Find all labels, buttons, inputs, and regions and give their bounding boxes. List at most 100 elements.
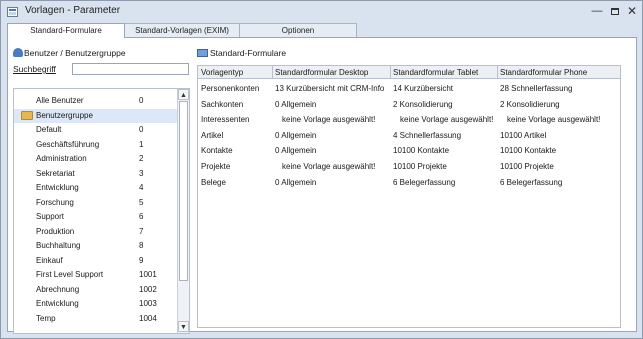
table-row[interactable]: Projekte keine Vorlage ausgewählt! 10100 P… xyxy=(198,158,620,174)
list-item-name: Temp xyxy=(36,313,56,323)
list-item-name: Entwicklung xyxy=(36,183,79,192)
tab-standard-vorlagen-exim[interactable]: Standard-Vorlagen (EXIM) xyxy=(123,23,241,37)
cell-phone[interactable]: 10100 Kontakte xyxy=(500,146,556,155)
list-item[interactable]: Entwicklung 1003 xyxy=(14,297,177,311)
column-header-vorlagentyp[interactable]: Vorlagentyp xyxy=(201,68,243,77)
table-header: Vorlagentyp Standardformular Desktop Sta… xyxy=(198,66,620,79)
cell-phone[interactable]: 2 Konsolidierung xyxy=(500,100,560,109)
cell-phone[interactable]: 28 Schnellerfassung xyxy=(500,84,573,93)
table-row[interactable]: Interessenten keine Vorlage ausgewählt! ke… xyxy=(198,111,620,127)
tab-content: Benutzer / Benutzergruppe Suchbegriff Te… xyxy=(7,37,637,334)
table-row[interactable]: Belege 0 Allgemein 6 Belegerfassung 6 Beleg… xyxy=(198,174,620,190)
column-divider[interactable] xyxy=(272,66,273,79)
user-group-header-label: Benutzer / Benutzergruppe xyxy=(24,48,126,58)
list-item[interactable]: First Level Support 1001 xyxy=(14,268,177,282)
scrollbar-thumb[interactable] xyxy=(179,101,188,281)
maximize-icon xyxy=(611,7,619,15)
list-item-name: First Level Support xyxy=(36,270,104,279)
cell-tablet[interactable]: keine Vorlage ausgewählt! xyxy=(400,115,493,124)
list-item-id: 0 xyxy=(139,125,144,134)
cell-desktop[interactable]: 0 Allgemein xyxy=(275,131,316,140)
list-item[interactable]: Support 6 xyxy=(14,210,177,224)
table-row[interactable]: Kontakte 0 Allgemein 10100 Kontakte 10100 K… xyxy=(198,142,620,158)
minimize-button[interactable]: — xyxy=(589,4,605,19)
cell-phone[interactable]: 10100 Artikel xyxy=(500,131,546,140)
list-item-name: Abrechnung xyxy=(36,284,80,294)
list-item-id: 1003 xyxy=(139,299,157,308)
column-header-phone[interactable]: Standardformular Phone xyxy=(500,68,587,77)
column-divider[interactable] xyxy=(390,66,391,79)
list-item-name: Administration xyxy=(36,154,87,163)
cell-tablet[interactable]: 2 Konsolidierung xyxy=(393,100,453,109)
list-item[interactable]: Forschung 5 xyxy=(14,196,177,210)
list-item[interactable]: Sekretariat 3 xyxy=(14,167,177,181)
list-item-name: Alle Benutzer xyxy=(36,96,84,105)
cell-desktop[interactable]: 0 Allgemein xyxy=(275,178,316,187)
column-header-desktop[interactable]: Standardformular Desktop xyxy=(275,68,368,77)
list-item-name: Sekretariat xyxy=(36,168,75,178)
table-row[interactable]: Personenkonten 13 Kurzübersicht mit CRM-I… xyxy=(198,80,620,96)
list-item[interactable]: Abrechnung 1002 xyxy=(14,283,177,297)
cell-phone[interactable]: keine Vorlage ausgewählt! xyxy=(507,115,600,124)
cell-tablet[interactable]: 4 Schnellerfassung xyxy=(393,131,461,140)
tab-standard-formulare[interactable]: Standard-Formulare xyxy=(7,23,125,38)
column-divider[interactable] xyxy=(497,66,498,79)
list-item-name: Forschung xyxy=(36,197,74,207)
list-item-id: 1002 xyxy=(139,284,157,294)
search-input[interactable] xyxy=(72,63,189,75)
folder-icon xyxy=(21,110,33,120)
maximize-button[interactable] xyxy=(607,4,623,19)
scroll-up-arrow-icon[interactable]: ▲ xyxy=(178,89,189,100)
search-label: Suchbegriff xyxy=(13,64,56,74)
cell-vorlagentyp: Kontakte xyxy=(201,146,233,156)
close-button[interactable]: ✕ xyxy=(624,4,640,19)
list-item[interactable]: Buchhaltung 8 xyxy=(14,239,177,253)
title-bar[interactable]: Vorlagen - Parameter — ✕ xyxy=(1,1,642,23)
cell-tablet[interactable]: 6 Belegerfassung xyxy=(393,178,455,187)
list-item[interactable]: Alle Benutzer 0 xyxy=(14,94,177,108)
cell-vorlagentyp: Artikel xyxy=(201,130,224,140)
user-group-list: Temp 1004 Entwicklung 1003 Abrechnung 1002 Fir… xyxy=(13,88,190,334)
scroll-down-arrow-icon[interactable]: ▼ xyxy=(178,321,189,332)
cell-desktop[interactable]: 0 Allgemein xyxy=(275,146,316,155)
cell-desktop[interactable]: keine Vorlage ausgewählt! xyxy=(282,162,375,171)
standard-forms-header: Standard-Formulare xyxy=(197,48,286,62)
column-header-tablet[interactable]: Standardformular Tablet xyxy=(393,68,478,77)
list-item-name: Geschäftsführung xyxy=(36,139,100,149)
cell-desktop[interactable]: keine Vorlage ausgewählt! xyxy=(282,115,375,124)
user-group-header: Benutzer / Benutzergruppe xyxy=(13,48,126,62)
table-row[interactable]: Artikel 0 Allgemein 4 Schnellerfassung 1010… xyxy=(198,127,620,143)
cell-phone[interactable]: 10100 Projekte xyxy=(500,162,554,171)
cell-desktop[interactable]: 13 Kurzübersicht mit CRM-Info xyxy=(275,84,384,93)
list-item-name: Entwicklung xyxy=(36,299,79,308)
users-icon xyxy=(13,48,23,57)
cell-vorlagentyp: Interessenten xyxy=(201,115,250,125)
cell-tablet[interactable]: 10100 Projekte xyxy=(393,162,447,171)
list-item-id: 9 xyxy=(139,255,144,265)
window-title: Vorlagen - Parameter xyxy=(25,5,121,16)
list-item[interactable]: Default 0 xyxy=(14,123,177,137)
list-item-id: 1004 xyxy=(139,313,157,323)
list-item[interactable]: Entwicklung 4 xyxy=(14,181,177,195)
vorlagen-parameter-window: Vorlagen - Parameter — ✕ Standard-Formul… xyxy=(0,0,643,339)
standard-forms-panel: Standard-Formulare Vorlagentyp Standardf… xyxy=(197,48,631,328)
cell-desktop[interactable]: 0 Allgemein xyxy=(275,100,316,109)
cell-vorlagentyp: Personenkonten xyxy=(201,84,260,93)
list-item[interactable]: Administration 2 xyxy=(14,152,177,166)
list-item-id: 7 xyxy=(139,226,144,236)
list-item[interactable]: Geschäftsführung 1 xyxy=(14,138,177,152)
cell-tablet[interactable]: 10100 Kontakte xyxy=(393,146,449,155)
tab-optionen[interactable]: Optionen xyxy=(239,23,357,37)
list-item[interactable]: Einkauf 9 xyxy=(14,254,177,268)
cell-vorlagentyp: Projekte xyxy=(201,162,231,171)
list-item[interactable]: Benutzergruppe xyxy=(14,108,177,123)
list-item-id: 0 xyxy=(139,96,144,105)
list-item[interactable]: Temp 1004 xyxy=(14,312,177,326)
user-list-scrollbar[interactable]: ▲ ▼ xyxy=(177,89,189,333)
list-item-id: 8 xyxy=(139,241,144,250)
list-item[interactable]: Produktion 7 xyxy=(14,225,177,239)
cell-phone[interactable]: 6 Belegerfassung xyxy=(500,178,562,187)
cell-tablet[interactable]: 14 Kurzübersicht xyxy=(393,84,453,93)
table-row[interactable]: Sachkonten 0 Allgemein 2 Konsolidierung 2 K… xyxy=(198,96,620,112)
list-item-name: Support xyxy=(36,212,65,221)
